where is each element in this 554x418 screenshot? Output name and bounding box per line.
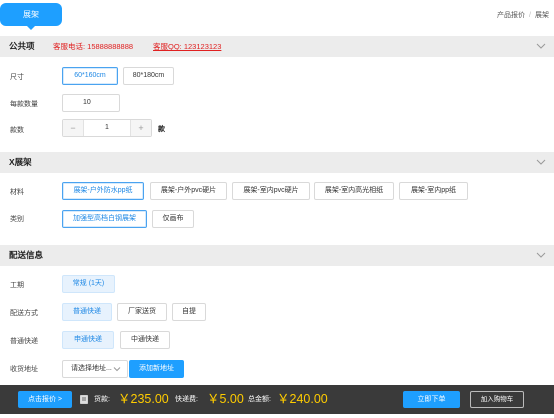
- per-quantity-input[interactable]: 10: [62, 94, 120, 112]
- express-option-zto[interactable]: 中通快递: [120, 331, 170, 349]
- size-label: 尺寸: [10, 74, 24, 81]
- goods-label: 货款:: [94, 396, 110, 403]
- breadcrumb-separator: /: [529, 12, 531, 19]
- public-section-header[interactable]: 公共项 客服电话: 15888888888 客服QQ: 123123123: [0, 36, 554, 57]
- delivery-section-title: 配送信息: [9, 250, 44, 260]
- x-stand-section-title: X展架: [9, 157, 32, 167]
- minus-button[interactable]: −: [63, 120, 83, 136]
- top-bar: 展架 产品报价 / 展架: [0, 0, 554, 36]
- order-now-button[interactable]: 立即下单: [403, 391, 460, 408]
- material-option-outdoor-pvc[interactable]: 展架-户外pvc硬片: [150, 182, 227, 200]
- method-option-express[interactable]: 普通快递: [62, 303, 112, 321]
- material-option-indoor-pp[interactable]: 展架-室内pp纸: [399, 182, 468, 200]
- service-phone: 客服电话: 15888888888: [53, 42, 134, 51]
- type-option-steel-stand[interactable]: 加强型高档白钢展架: [62, 210, 147, 228]
- delivery-method-label: 配送方式: [10, 310, 38, 317]
- method-option-factory[interactable]: 厂家送货: [117, 303, 167, 321]
- add-to-cart-button[interactable]: 加入购物车: [470, 391, 524, 408]
- material-label: 材料: [10, 189, 24, 196]
- design-count-unit: 款: [158, 126, 165, 133]
- plus-button[interactable]: +: [131, 120, 151, 136]
- material-option-indoor-pvc[interactable]: 展架-室内pvc硬片: [232, 182, 310, 200]
- goods-price: ￥235.00: [118, 392, 169, 406]
- address-select[interactable]: 请选择地址...: [62, 360, 128, 378]
- address-select-placeholder: 请选择地址...: [71, 365, 112, 372]
- tab-label: 展架: [23, 10, 39, 19]
- quote-button[interactable]: 点击报价 >: [18, 391, 72, 408]
- total-label: 总金额:: [248, 396, 271, 403]
- x-stand-section-header[interactable]: X展架: [0, 152, 554, 173]
- chevron-down-icon: [113, 367, 121, 372]
- design-count-label: 款数: [10, 127, 24, 134]
- tab-display-stand[interactable]: 展架: [0, 3, 62, 30]
- shipping-price: ￥5.00: [207, 392, 244, 406]
- method-option-pickup[interactable]: 自提: [172, 303, 206, 321]
- per-quantity-label: 每款数量: [10, 101, 38, 108]
- design-count-stepper: − 1 +: [62, 119, 152, 137]
- express-label: 普通快递: [10, 338, 38, 345]
- material-option-indoor-gloss-photo[interactable]: 展架-室内高光相纸: [314, 182, 394, 200]
- shipping-label: 快递费:: [175, 396, 198, 403]
- chevron-down-icon[interactable]: [536, 250, 546, 260]
- breadcrumb-item-quote[interactable]: 产品报价: [497, 12, 525, 19]
- address-label: 收货地址: [10, 366, 38, 373]
- size-option-80x180[interactable]: 80*180cm: [123, 67, 174, 85]
- type-label: 类别: [10, 216, 24, 223]
- design-count-input[interactable]: 1: [83, 120, 131, 136]
- period-option-regular[interactable]: 常规 (1天): [62, 275, 115, 293]
- add-address-button[interactable]: 添加新地址: [129, 360, 184, 378]
- express-option-sto[interactable]: 申通快递: [62, 331, 114, 349]
- document-icon: [80, 395, 88, 404]
- size-option-60x160[interactable]: 60*160cm: [62, 67, 118, 85]
- breadcrumb: 产品报价 / 展架: [497, 10, 549, 20]
- material-option-outdoor-pp[interactable]: 展架-户外防水pp纸: [62, 182, 144, 200]
- service-qq-link[interactable]: 客服QQ: 123123123: [153, 36, 221, 57]
- chevron-down-icon[interactable]: [536, 157, 546, 167]
- public-section-title: 公共项: [9, 41, 35, 51]
- chevron-down-icon[interactable]: [536, 41, 546, 51]
- type-option-canvas-only[interactable]: 仅画布: [152, 210, 194, 228]
- total-price: ￥240.00: [277, 392, 328, 406]
- delivery-section-header[interactable]: 配送信息: [0, 245, 554, 266]
- period-label: 工期: [10, 282, 24, 289]
- checkout-bar: 点击报价 > 货款: ￥235.00 快递费: ￥5.00 总金额: ￥240.…: [0, 385, 554, 414]
- breadcrumb-item-current: 展架: [535, 12, 549, 19]
